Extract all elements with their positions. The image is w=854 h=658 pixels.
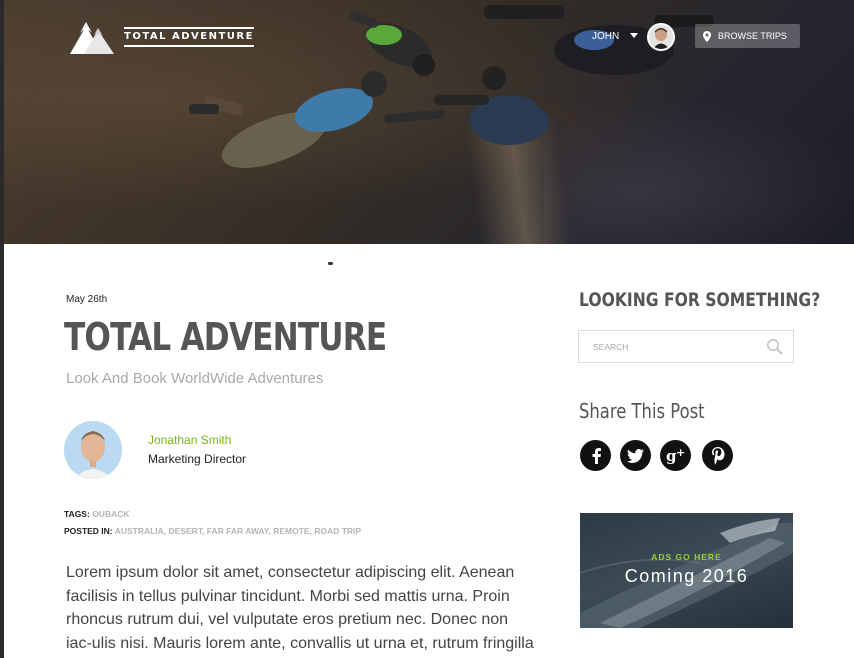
author-name-link[interactable]: Jonathan Smith (148, 433, 231, 447)
tags-label: TAGS: (64, 509, 90, 519)
post-body-text: Lorem ipsum dolor sit amet, consectetur … (66, 564, 534, 652)
ad-title: Coming 2016 (624, 566, 749, 586)
post-tags: TAGS: OUBACK (64, 509, 130, 519)
posted-in-label: POSTED IN: (64, 526, 113, 536)
browse-trips-label: BROWSE TRIPS (718, 31, 787, 41)
google-plus-icon: g + (666, 447, 685, 465)
author-portrait-icon (64, 421, 122, 479)
twitter-icon (627, 448, 644, 463)
user-menu-name[interactable]: JOHN (592, 31, 619, 42)
post-date: May 26th (66, 294, 108, 305)
chevron-down-icon[interactable] (630, 33, 638, 38)
advertisement-banner[interactable]: ADS GO HERE Coming 2016 (580, 513, 793, 628)
hero-banner: TOTAL ADVENTURE JOHN BROWSE TRIPS (4, 0, 854, 244)
browse-trips-button[interactable]: BROWSE TRIPS (695, 24, 800, 48)
page-title: TOTAL ADVENTURE (64, 315, 387, 359)
search-heading: LOOKING FOR SOMETHING? (579, 289, 821, 311)
ad-label: ADS GO HERE (651, 552, 722, 562)
google-plus-share-button[interactable]: g + (660, 440, 691, 471)
post-categories: POSTED IN: AUSTRALIA, DESERT, FAR FAR AW… (64, 526, 361, 536)
mountain-logo-icon (70, 22, 114, 54)
user-avatar[interactable] (647, 23, 675, 51)
map-pin-icon (703, 30, 711, 42)
svg-text:+: + (676, 447, 685, 459)
user-portrait-icon (649, 25, 673, 49)
search-input[interactable] (593, 331, 763, 362)
slider-indicator-dot[interactable] (328, 262, 333, 265)
facebook-icon (592, 448, 601, 464)
tags-values[interactable]: OUBACK (92, 509, 129, 519)
search-icon[interactable] (766, 338, 784, 356)
posted-in-values[interactable]: AUSTRALIA, DESERT, FAR FAR AWAY, REMOTE,… (115, 526, 361, 536)
brand-logo[interactable]: TOTAL ADVENTURE (70, 20, 254, 54)
author-role: Marketing Director (148, 452, 247, 466)
brand-name: TOTAL ADVENTURE (124, 27, 254, 47)
share-heading: Share This Post (579, 399, 705, 423)
search-box (578, 330, 794, 363)
page-subtitle: Look And Book WorldWide Adventures (66, 370, 324, 387)
pinterest-share-button[interactable] (702, 440, 733, 471)
facebook-share-button[interactable] (580, 440, 611, 471)
twitter-share-button[interactable] (620, 440, 651, 471)
pinterest-icon (711, 446, 724, 465)
author-avatar[interactable] (64, 421, 122, 479)
